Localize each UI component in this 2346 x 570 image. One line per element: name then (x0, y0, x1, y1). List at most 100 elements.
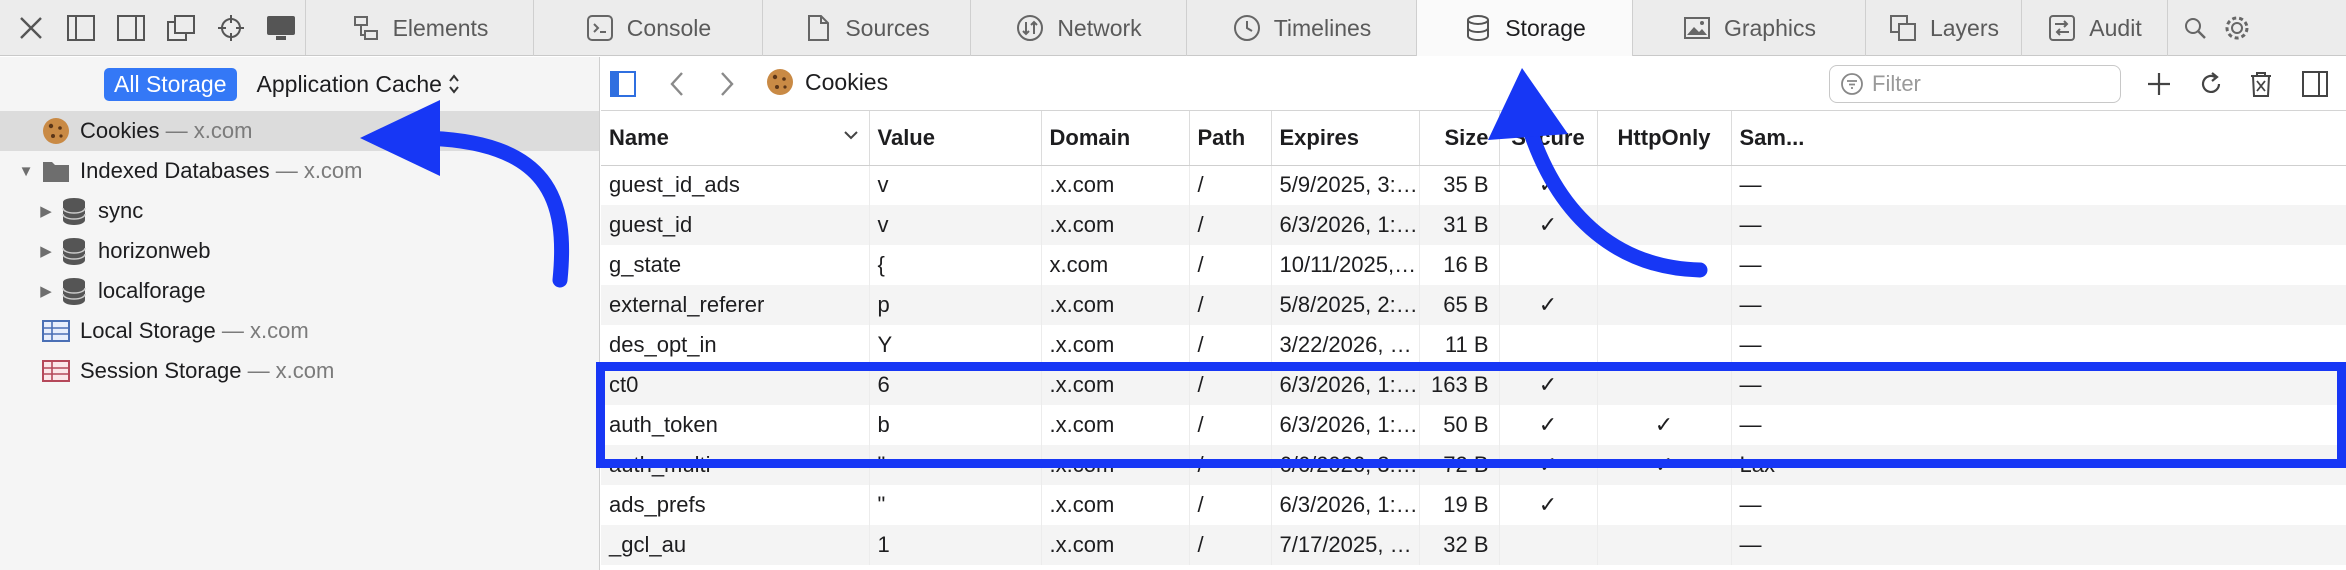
timelines-icon (1233, 15, 1260, 41)
cell-httponly (1597, 285, 1732, 325)
disclosure-closed-icon[interactable]: ▶ (36, 281, 56, 301)
tab-elements[interactable]: Elements (306, 0, 534, 56)
detach-window-icon[interactable] (164, 11, 198, 45)
column-header-value[interactable]: Value (869, 111, 1042, 166)
search-icon[interactable] (2178, 11, 2212, 45)
filter-input[interactable] (1872, 71, 2102, 97)
cell-domain: .x.com (1041, 485, 1190, 525)
sidebar-item-session-storage[interactable]: Session Storage — x.com (0, 351, 599, 391)
tab-graphics[interactable]: Graphics (1633, 0, 1866, 56)
refresh-icon[interactable] (2195, 68, 2227, 100)
cell-secure (1499, 245, 1598, 285)
disclosure-open-icon[interactable]: ▼ (16, 161, 36, 181)
sidebar-item-cookies[interactable]: Cookies — x.com (0, 111, 599, 151)
tab-console[interactable]: Console (534, 0, 763, 56)
cell-samesite: — (1731, 165, 2346, 205)
details-sidebar-icon[interactable] (2299, 68, 2331, 100)
disclosure-closed-icon[interactable]: ▶ (36, 201, 56, 221)
tab-audit[interactable]: Audit (2022, 0, 2168, 56)
audit-icon (2049, 15, 2076, 41)
column-header-samesite[interactable]: Sam... (1731, 111, 2346, 166)
network-icon (1017, 15, 1044, 41)
column-header-expires[interactable]: Expires (1271, 111, 1420, 166)
sidebar-item-domain: — x.com (275, 158, 363, 183)
cell-name: guest_id (601, 205, 870, 245)
database-icon (58, 195, 90, 227)
table-row[interactable]: g_state{x.com/10/11/2025, 12:5...16 B — (601, 245, 2346, 285)
sidebar-item-label: Session Storage (80, 358, 242, 383)
sidebar-item-sync[interactable]: ▶ sync (0, 191, 599, 231)
sort-chevron-icon (843, 129, 859, 141)
dock-right-icon[interactable] (114, 11, 148, 45)
sidebar-toggle-icon[interactable] (609, 70, 637, 98)
all-storage-button[interactable]: All Storage (104, 67, 237, 101)
breadcrumb-label: Cookies (805, 68, 889, 95)
tab-label: Timelines (1273, 14, 1372, 41)
dock-left-icon[interactable] (64, 11, 98, 45)
tab-label: Graphics (1723, 14, 1817, 41)
sidebar-item-label: Cookies (80, 118, 160, 143)
forward-arrow-icon[interactable] (717, 70, 737, 98)
cell-samesite: — (1731, 325, 2346, 365)
cell-name: des_opt_in (601, 325, 870, 365)
sidebar-item-localforage[interactable]: ▶ localforage (0, 271, 599, 311)
cell-secure: ✓ (1499, 205, 1598, 245)
cell-size: 35 B (1419, 165, 1500, 205)
content-toolbar: Cookies (601, 57, 2346, 111)
table-row[interactable]: ads_prefs".x.com/6/3/2026, 1:28:2...19 B… (601, 485, 2346, 525)
sidebar-item-local-storage[interactable]: Local Storage — x.com (0, 311, 599, 351)
sidebar-item-indexed-databases[interactable]: ▼ Indexed Databases — x.com (0, 151, 599, 191)
tab-layers[interactable]: Layers (1866, 0, 2022, 56)
column-header-path[interactable]: Path (1189, 111, 1272, 166)
cell-samesite: — (1731, 205, 2346, 245)
tab-network[interactable]: Network (971, 0, 1187, 56)
sidebar-item-label: localforage (98, 278, 206, 303)
column-header-size[interactable]: Size (1419, 111, 1500, 166)
sidebar-item-horizonweb[interactable]: ▶ horizonweb (0, 231, 599, 271)
cell-secure: ✓ (1499, 285, 1598, 325)
column-header-secure[interactable]: Secure (1499, 111, 1598, 166)
table-row[interactable]: external_refererp.x.com/5/8/2025, 2:57:1… (601, 285, 2346, 325)
delete-icon[interactable] (2245, 68, 2277, 100)
column-header-domain[interactable]: Domain (1041, 111, 1190, 166)
breadcrumb: Cookies (765, 67, 888, 97)
database-icon (58, 235, 90, 267)
table-row[interactable]: guest_idv.x.com/6/3/2026, 1:28:2...31 B✓… (601, 205, 2346, 245)
cell-name: _gcl_au (601, 525, 870, 565)
inspect-crosshair-icon[interactable] (214, 11, 248, 45)
tab-sources[interactable]: Sources (763, 0, 971, 56)
cell-samesite: — (1731, 485, 2346, 525)
device-icon[interactable] (264, 11, 298, 45)
cell-secure: ✓ (1499, 165, 1598, 205)
cell-httponly (1597, 165, 1732, 205)
sidebar-item-domain: — x.com (221, 318, 309, 343)
column-header-httponly[interactable]: HttpOnly (1597, 111, 1732, 166)
close-icon[interactable] (14, 11, 48, 45)
back-arrow-icon[interactable] (667, 70, 687, 98)
column-header-name[interactable]: Name (601, 111, 870, 166)
table-row[interactable]: _gcl_au1.x.com/7/17/2025, 10:05:...32 B — (601, 525, 2346, 565)
local-storage-table-icon (40, 315, 72, 347)
layers-icon (1889, 15, 1916, 41)
cell-secure (1499, 525, 1598, 565)
elements-icon (353, 16, 378, 40)
updown-chevron-icon (449, 74, 459, 94)
cell-value: { (869, 245, 1042, 285)
table-row[interactable]: des_opt_inY.x.com/3/22/2026, 12:38...11 … (601, 325, 2346, 365)
database-icon (58, 275, 90, 307)
tab-bar: Elements Console Sources Network Timelin… (0, 0, 2346, 56)
add-cookie-icon[interactable] (2143, 68, 2175, 100)
tab-storage[interactable]: Storage (1417, 0, 1633, 56)
gear-icon[interactable] (2220, 11, 2254, 45)
table-header: Name Value Domain Path Expires Size Secu… (601, 111, 2346, 166)
disclosure-closed-icon[interactable]: ▶ (36, 241, 56, 261)
session-storage-table-icon (40, 355, 72, 387)
tab-timelines[interactable]: Timelines (1187, 0, 1417, 56)
tab-label: Elements (392, 14, 489, 41)
graphics-icon (1683, 17, 1710, 39)
filter-field[interactable] (1829, 65, 2121, 103)
application-cache-selector[interactable]: Application Cache (257, 71, 460, 98)
table-row[interactable]: guest_id_adsv.x.com/5/9/2025, 3:13:0...3… (601, 165, 2346, 205)
cell-expires: 7/17/2025, 10:05:... (1271, 525, 1420, 565)
console-icon (586, 15, 613, 41)
